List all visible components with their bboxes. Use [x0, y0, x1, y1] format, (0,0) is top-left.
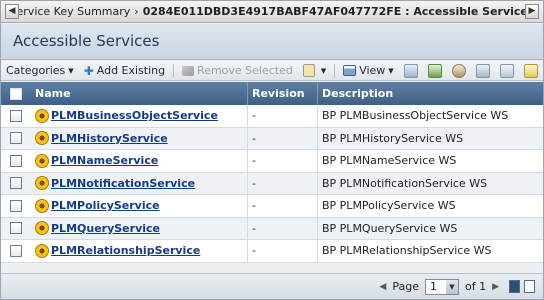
- compare-icon[interactable]: [403, 63, 418, 78]
- forward-arrow-icon[interactable]: ▶: [525, 4, 539, 19]
- description-cell: BP PLMNameService WS: [322, 154, 457, 168]
- add-existing-button[interactable]: ✚ Add Existing: [79, 62, 170, 80]
- service-name-link[interactable]: PLMPolicyService: [51, 199, 160, 212]
- help-icon[interactable]: [523, 63, 538, 78]
- print-icon[interactable]: [451, 63, 466, 78]
- pager: ◀ Page 1 ▼ of 1 ▶: [1, 273, 543, 299]
- page-select[interactable]: 1 ▼: [424, 278, 459, 295]
- page-title: Accessible Services: [13, 32, 160, 50]
- row-checkbox[interactable]: [10, 244, 22, 257]
- toolbar-divider: [334, 63, 336, 78]
- title-key: 0284E011DBD3E4917BABF47AF047772FE : Acce…: [142, 5, 535, 18]
- chevron-down-icon: ▼: [388, 66, 394, 75]
- revision-cell: -: [252, 109, 256, 123]
- description-cell: BP PLMHistoryService WS: [322, 131, 464, 145]
- service-gear-icon: [35, 221, 49, 236]
- page-label: Page: [392, 280, 419, 293]
- export-excel-icon[interactable]: [427, 63, 442, 78]
- add-existing-label: Add Existing: [96, 64, 166, 77]
- back-arrow-icon[interactable]: ◀: [5, 4, 19, 19]
- service-gear-icon: [35, 243, 49, 258]
- row-checkbox[interactable]: [10, 132, 22, 145]
- description-cell: BP PLMPolicyService WS: [322, 199, 456, 213]
- plus-icon: ✚: [83, 63, 94, 78]
- chevron-down-icon: ▼: [445, 279, 458, 294]
- remove-selected-button[interactable]: Remove Selected: [177, 62, 298, 80]
- table-row: PLMQueryService - BP PLMQueryService WS: [1, 217, 543, 240]
- remove-icon: [182, 65, 195, 76]
- description-cell: BP PLMQueryService WS: [322, 221, 458, 235]
- revision-cell: -: [252, 221, 256, 235]
- service-gear-icon: [35, 198, 49, 213]
- row-checkbox[interactable]: [10, 154, 22, 167]
- maximize-icon[interactable]: [499, 63, 514, 78]
- service-name-link[interactable]: PLMHistoryService: [51, 132, 168, 145]
- select-all-cell: [1, 87, 31, 100]
- revision-cell: -: [252, 131, 256, 145]
- remove-selected-label: Remove Selected: [197, 64, 293, 77]
- row-checkbox[interactable]: [10, 199, 22, 212]
- table-row: PLMHistoryService - BP PLMHistoryService…: [1, 127, 543, 150]
- section-header: Accessible Services: [1, 24, 543, 60]
- chevron-down-icon: ▼: [320, 66, 327, 75]
- service-name-link[interactable]: PLMRelationshipService: [51, 244, 200, 257]
- revision-cell: -: [252, 176, 256, 190]
- service-gear-icon: [35, 131, 49, 146]
- copy-icon: [302, 64, 315, 77]
- row-checkbox[interactable]: [10, 222, 22, 235]
- name-column-header[interactable]: Name: [31, 82, 247, 105]
- revision-cell: -: [252, 199, 256, 213]
- toolbar: Categories ▼ ✚ Add Existing Remove Selec…: [1, 61, 543, 81]
- previous-page-icon[interactable]: ◀: [379, 282, 386, 292]
- app-window: ◀ Service Key Summary › 0284E011DBD3E491…: [0, 0, 544, 300]
- service-name-link[interactable]: PLMNotificationService: [51, 177, 195, 190]
- categories-label: Categories: [6, 64, 66, 77]
- view-label: View: [359, 64, 386, 77]
- table-row: PLMNameService - BP PLMNameService WS: [1, 150, 543, 173]
- service-name-link[interactable]: PLMNameService: [51, 154, 158, 167]
- categories-menu[interactable]: Categories ▼: [1, 62, 79, 80]
- all-pages-view-icon[interactable]: [524, 280, 535, 293]
- next-page-icon[interactable]: ▶: [492, 282, 499, 292]
- table-view-icon: [343, 65, 357, 76]
- title-prefix: Service Key Summary: [9, 5, 131, 18]
- revision-cell: -: [252, 244, 256, 258]
- table-header: Name Revision Description: [1, 82, 543, 105]
- row-checkbox[interactable]: [10, 109, 22, 122]
- service-gear-icon: [35, 108, 49, 123]
- service-name-link[interactable]: PLMBusinessObjectService: [51, 109, 218, 122]
- service-name-link[interactable]: PLMQueryService: [51, 222, 160, 235]
- services-table: Name Revision Description PLMBusinessObj…: [1, 82, 543, 263]
- view-menu[interactable]: View ▼: [338, 62, 399, 80]
- description-column-header[interactable]: Description: [317, 82, 543, 105]
- description-cell: BP PLMNotificationService WS: [322, 176, 488, 190]
- chevron-down-icon: ▼: [68, 66, 74, 75]
- export-html-icon[interactable]: [475, 63, 490, 78]
- description-cell: BP PLMBusinessObjectService WS: [322, 109, 509, 123]
- copy-menu[interactable]: ▼: [298, 62, 331, 80]
- title-bar: ◀ Service Key Summary › 0284E011DBD3E491…: [1, 1, 543, 23]
- revision-column-header[interactable]: Revision: [247, 82, 317, 105]
- revision-cell: -: [252, 154, 256, 168]
- row-checkbox[interactable]: [10, 177, 22, 190]
- table-row: PLMRelationshipService - BP PLMRelations…: [1, 240, 543, 263]
- title-separator: ›: [134, 5, 139, 18]
- service-gear-icon: [35, 176, 49, 191]
- table-row: PLMNotificationService - BP PLMNotificat…: [1, 172, 543, 195]
- service-gear-icon: [35, 153, 49, 168]
- toolbar-divider: [173, 63, 175, 78]
- select-all-checkbox[interactable]: [10, 87, 22, 100]
- table-row: PLMPolicyService - BP PLMPolicyService W…: [1, 195, 543, 218]
- description-cell: BP PLMRelationshipService WS: [322, 244, 492, 258]
- table-row: PLMBusinessObjectService - BP PLMBusines…: [1, 105, 543, 128]
- page-select-value: 1: [429, 280, 437, 293]
- page-count-label: of 1: [464, 280, 487, 293]
- page-view-icon[interactable]: [509, 280, 520, 293]
